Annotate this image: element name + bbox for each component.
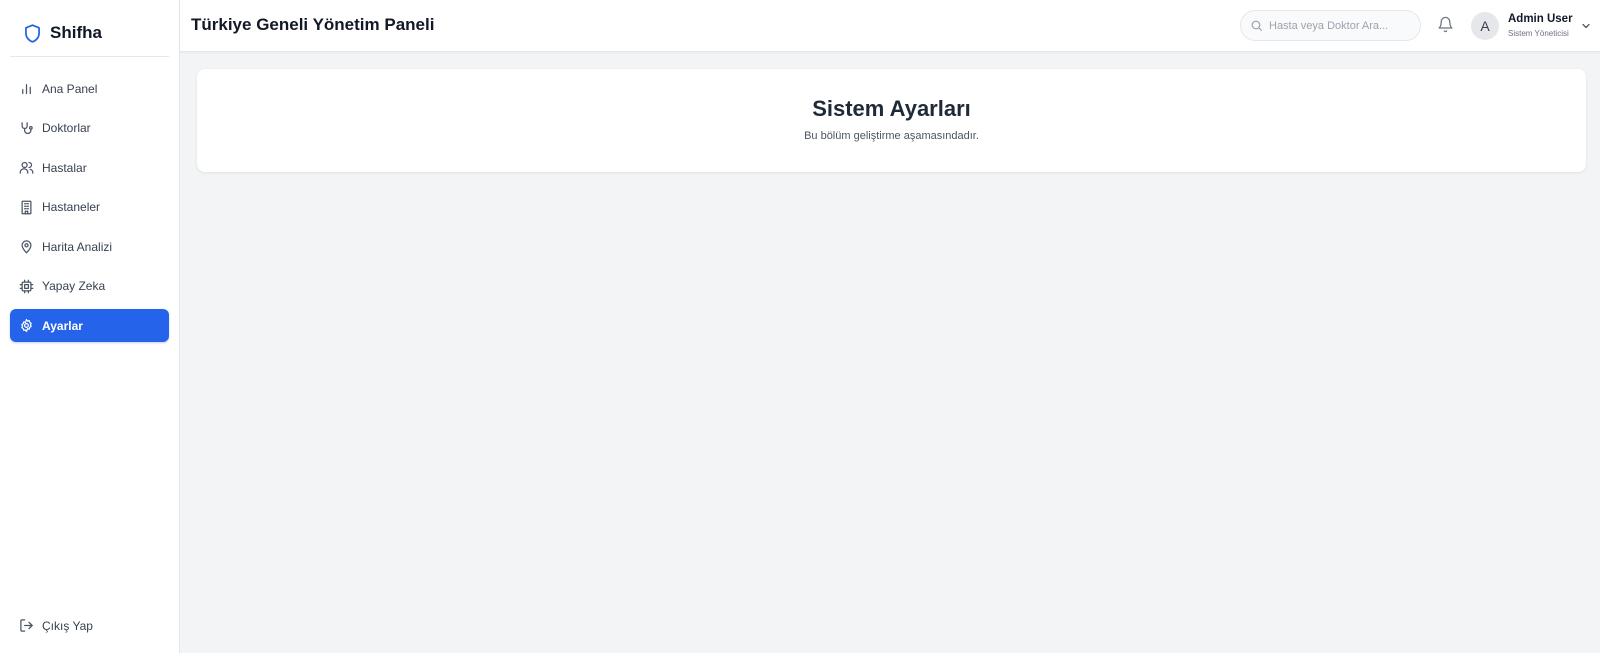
cpu-icon <box>19 279 34 294</box>
shield-icon <box>25 23 40 43</box>
settings-card: Sistem Ayarları Bu bölüm geliştirme aşam… <box>197 69 1586 172</box>
map-pin-icon <box>19 239 34 254</box>
chevron-down-icon[interactable] <box>1580 20 1592 32</box>
sidebar-item-label: Harita Analizi <box>42 239 113 254</box>
building-icon <box>19 200 34 215</box>
sidebar-item-label: Ana Panel <box>42 81 98 96</box>
section-subtitle: Bu bölüm geliştirme aşamasındadır. <box>804 130 979 142</box>
bar-chart-icon <box>19 81 34 96</box>
avatar[interactable]: A <box>1471 12 1499 40</box>
sidebar-item-hastalar[interactable]: Hastalar <box>10 151 169 184</box>
brand[interactable]: Shifha <box>10 10 169 57</box>
sidebar-item-ayarlar[interactable]: Ayarlar <box>10 309 169 342</box>
brand-name: Shifha <box>50 23 102 42</box>
sidebar-nav: Ana Panel Doktorlar Hastalar Hastaneler … <box>10 72 169 349</box>
sidebar-item-label: Yapay Zeka <box>42 279 106 293</box>
notification-bell-icon[interactable] <box>1437 16 1455 34</box>
logout-button[interactable]: Çıkış Yap <box>10 609 169 642</box>
sidebar-item-label: Hastalar <box>42 160 87 175</box>
sidebar-item-yapay-zeka[interactable]: Yapay Zeka <box>10 270 169 303</box>
sidebar-item-doktorlar[interactable]: Doktorlar <box>10 112 169 145</box>
page-title: Türkiye Geneli Yönetim Paneli <box>191 15 435 34</box>
section-title: Sistem Ayarları <box>812 96 971 121</box>
sidebar-item-label: Hastaneler <box>42 200 101 214</box>
user-role: Sistem Yöneticisi <box>1508 29 1569 38</box>
sidebar-item-hastaneler[interactable]: Hastaneler <box>10 191 169 224</box>
sidebar-item-label: Doktorlar <box>42 121 91 135</box>
sidebar-item-label: Ayarlar <box>42 318 83 333</box>
search-input[interactable] <box>1269 19 1414 32</box>
search-box[interactable] <box>1240 10 1421 41</box>
sidebar-item-ana-panel[interactable]: Ana Panel <box>10 72 169 105</box>
user-name[interactable]: Admin User <box>1508 13 1573 25</box>
top-header: Türkiye Geneli Yönetim Paneli A Admin Us… <box>180 0 1600 52</box>
logout-icon <box>19 618 34 633</box>
search-icon <box>1250 19 1263 32</box>
logout-label: Çıkış Yap <box>42 618 93 633</box>
gear-icon <box>19 318 34 333</box>
sidebar: Shifha Ana Panel Doktorlar Hastalar Hast… <box>0 0 180 653</box>
users-icon <box>19 160 34 175</box>
sidebar-item-harita-analizi[interactable]: Harita Analizi <box>10 230 169 263</box>
stethoscope-icon <box>19 121 34 136</box>
